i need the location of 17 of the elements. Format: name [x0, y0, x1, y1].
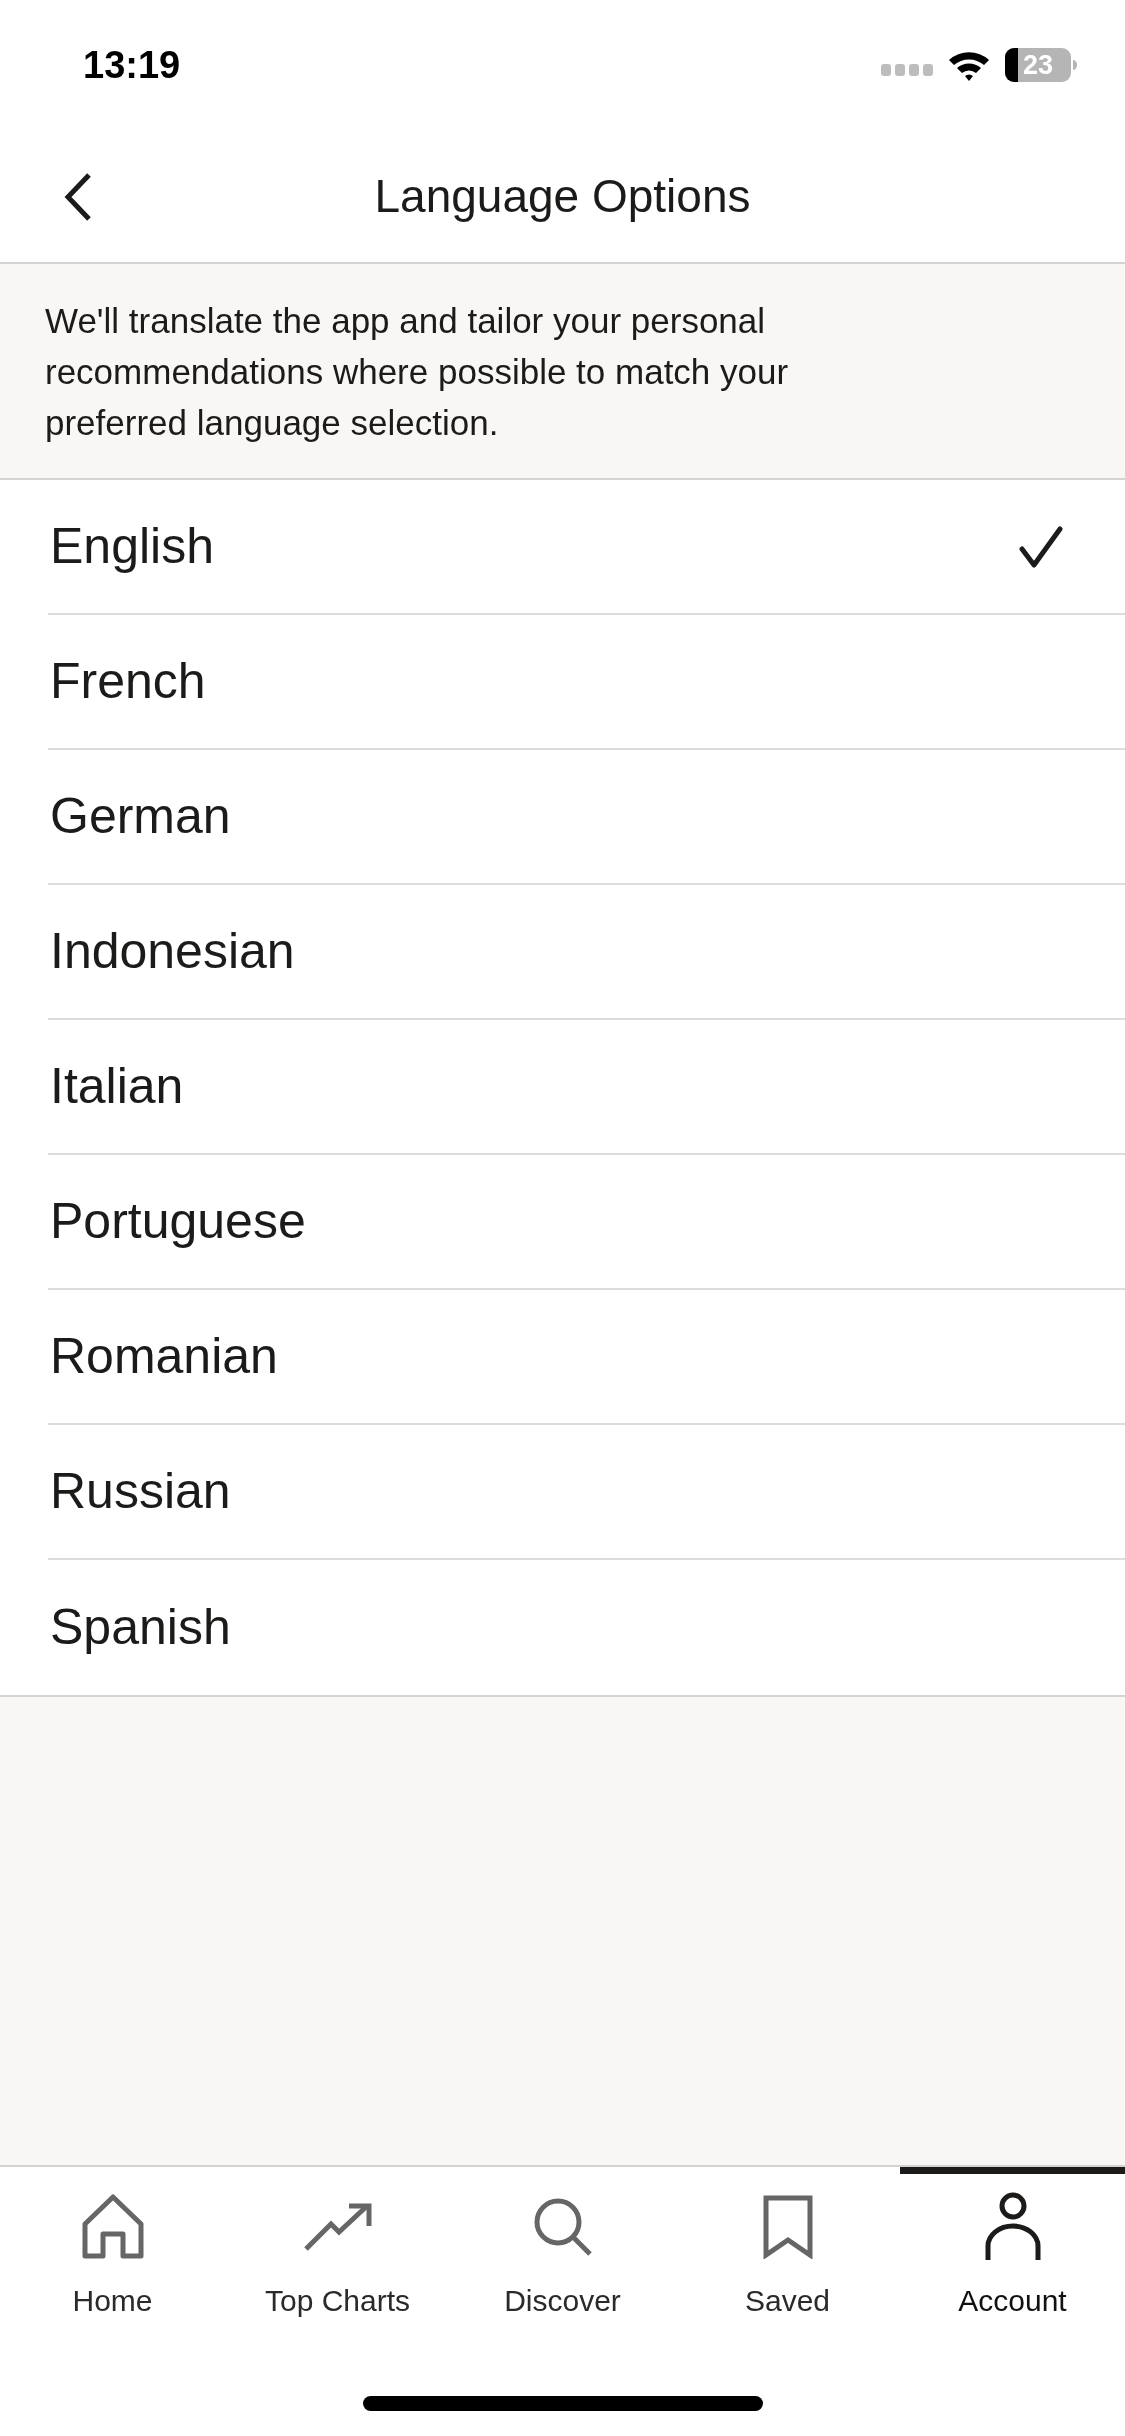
battery-icon — [1005, 48, 1077, 82]
page-title: Language Options — [374, 168, 751, 224]
bookmark-icon — [762, 2195, 813, 2259]
home-icon — [80, 2192, 145, 2262]
info-text: We'll translate the app and tailor your personal recommendations where possible to match your preferred language selection. — [45, 299, 790, 444]
tab-bar-item[interactable]: Discover — [450, 2167, 675, 2342]
trending-up-icon — [302, 2202, 373, 2252]
search-icon — [532, 2197, 593, 2257]
tab-bar-item[interactable]: Top Charts — [225, 2167, 450, 2342]
tab-bar-item[interactable]: Home — [0, 2167, 225, 2342]
chevron-left-icon — [63, 172, 93, 222]
signal-icon — [881, 64, 933, 76]
tab-bar-item[interactable]: Account — [900, 2167, 1125, 2342]
tab-bar-item[interactable]: Saved — [675, 2167, 900, 2342]
person-icon — [983, 2192, 1042, 2262]
status-time: 13:19 — [83, 42, 181, 88]
battery-percentage: 23 — [1023, 49, 1054, 81]
